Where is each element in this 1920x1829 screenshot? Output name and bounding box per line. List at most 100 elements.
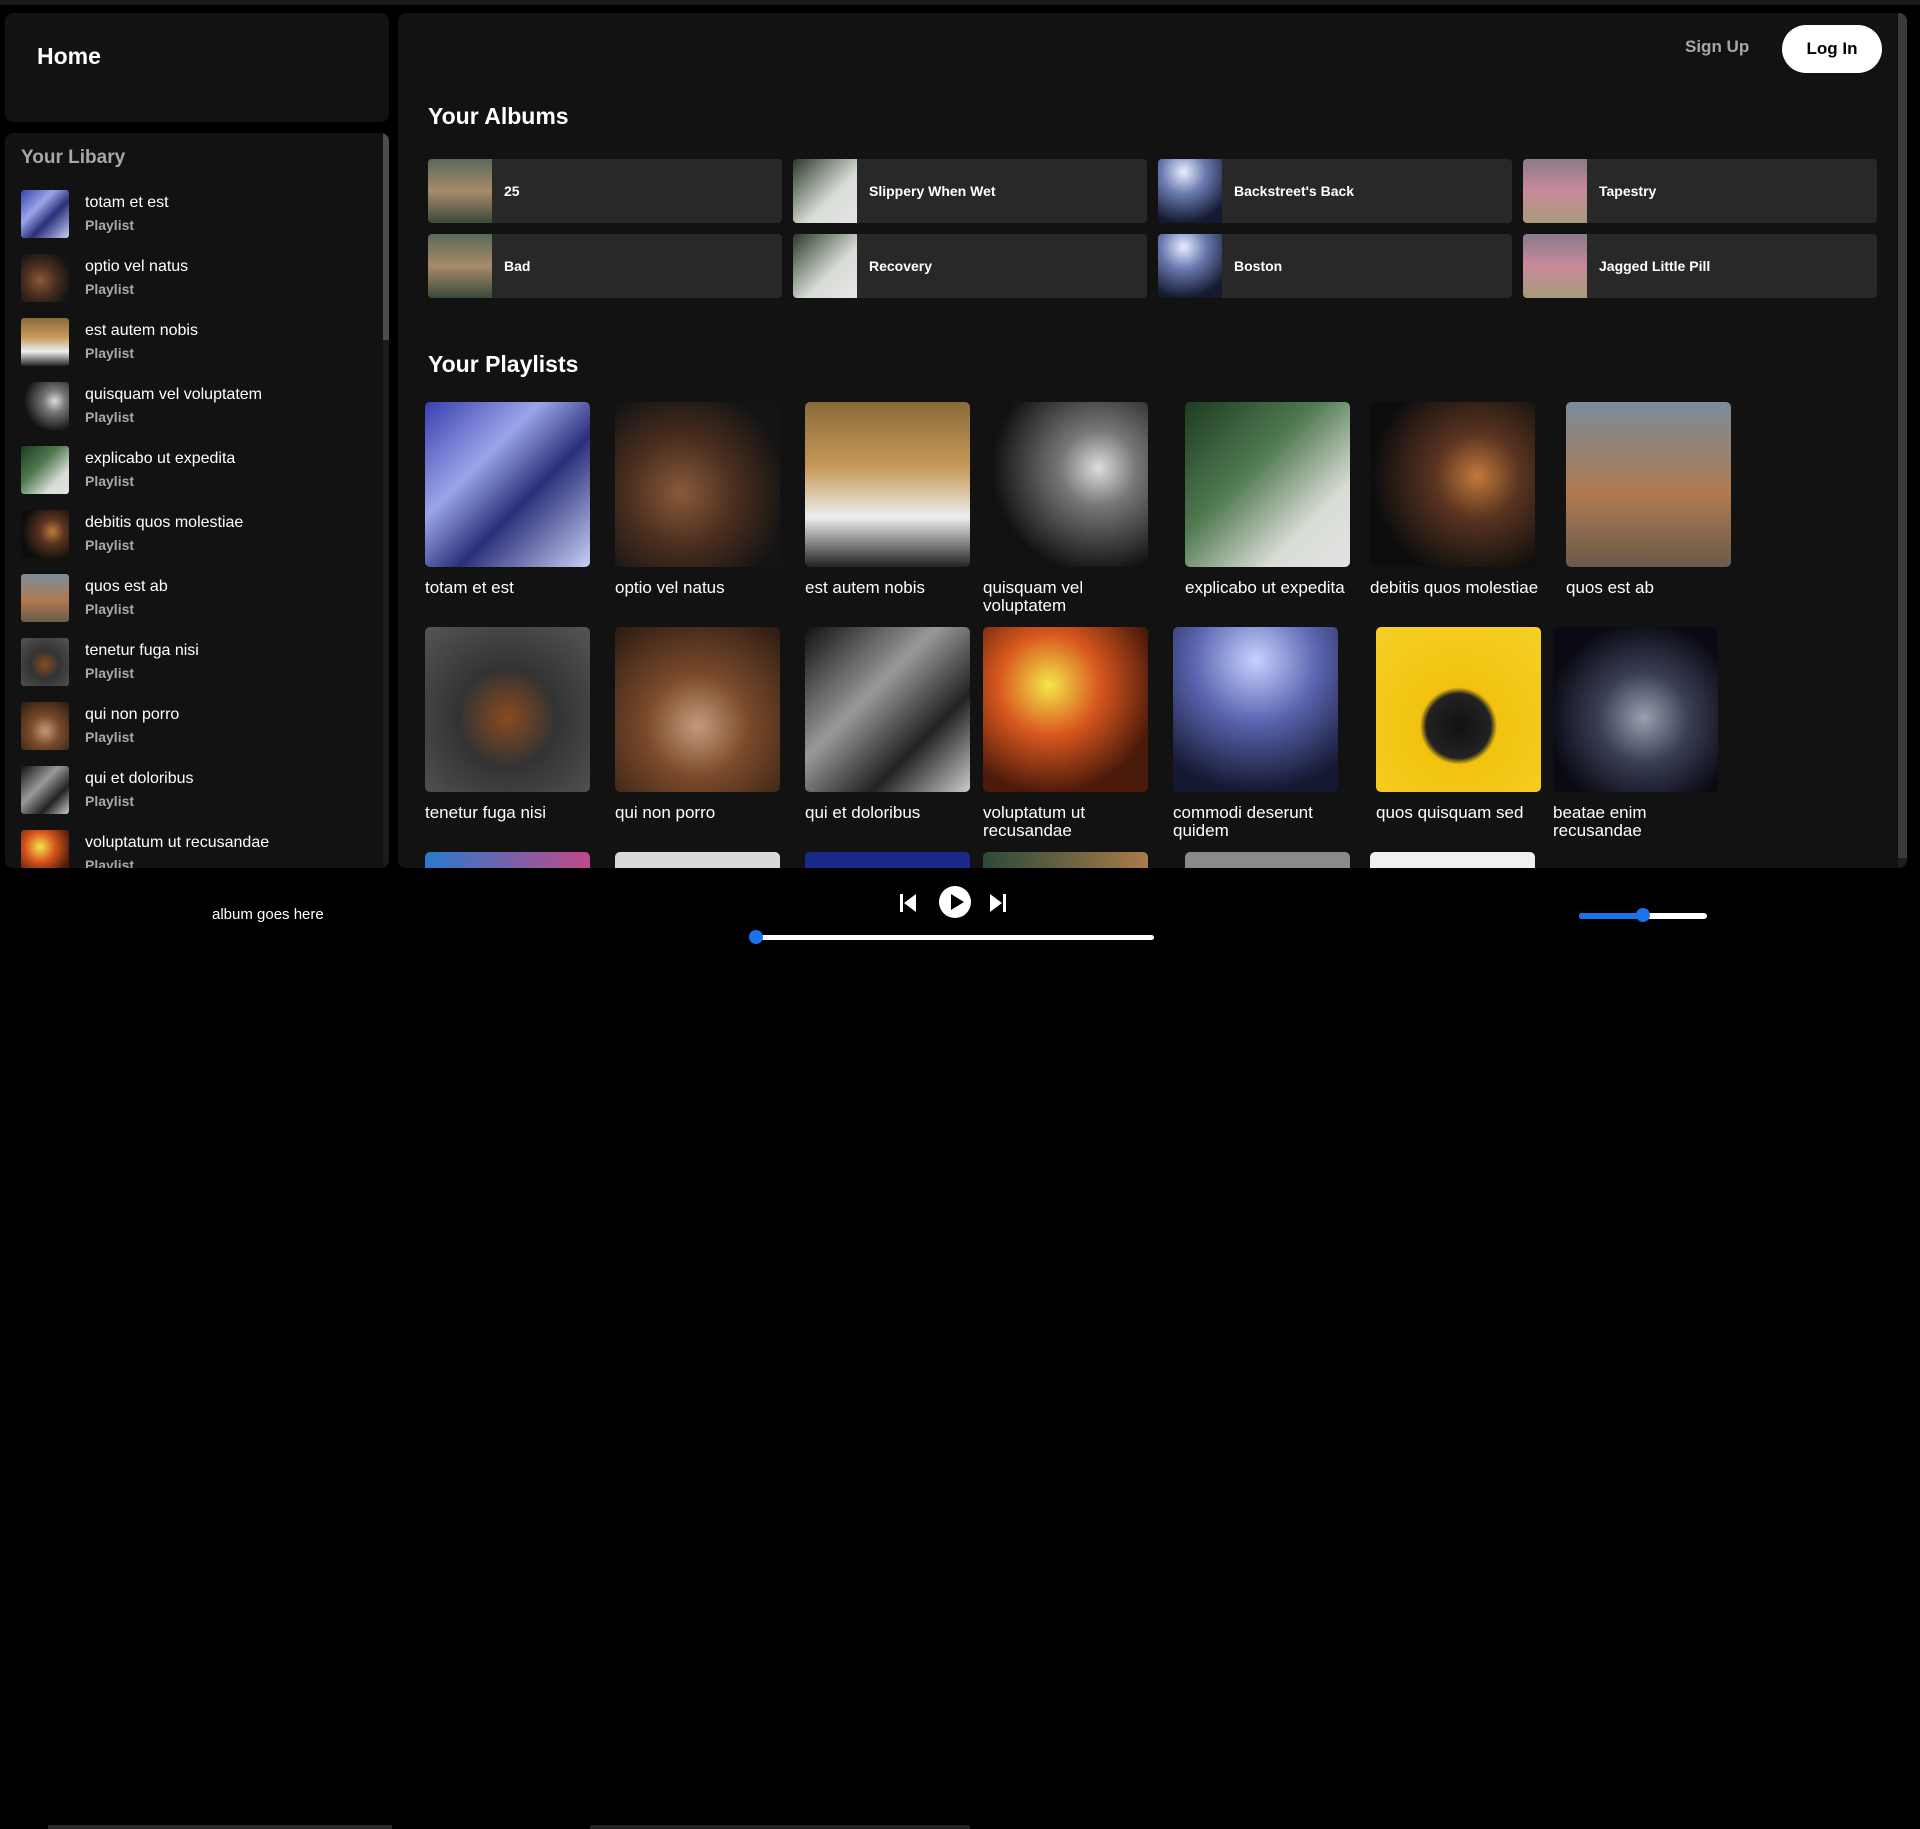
playlist-cover-image (21, 382, 69, 430)
library-item-type: Playlist (85, 217, 135, 233)
library-item-type: Playlist (85, 537, 135, 553)
playlist-card[interactable]: beatae enim recusandae (1553, 627, 1723, 840)
library-item[interactable]: qui et doloribus Playlist (21, 766, 389, 830)
skip-forward-icon[interactable] (989, 893, 1007, 913)
album-name: Backstreet's Back (1234, 183, 1355, 199)
library-scrollbar-thumb[interactable] (383, 133, 389, 340)
playlist-cover-image (1185, 852, 1350, 868)
playlist-cover-image (21, 702, 69, 750)
volume-fill (1579, 913, 1643, 919)
playlist-card[interactable] (1370, 852, 1540, 868)
albums-section-title: Your Albums (428, 103, 569, 129)
library-item-name: quisquam vel voluptatem (85, 386, 262, 403)
playlist-cover-image (21, 574, 69, 622)
playlist-card[interactable]: totam et est (425, 402, 595, 597)
progress-handle[interactable] (749, 930, 763, 944)
album-name: Slippery When Wet (869, 183, 996, 199)
album-card[interactable]: Slippery When Wet (793, 159, 1147, 223)
library-item-name: optio vel natus (85, 258, 189, 275)
home-panel: Home (5, 13, 389, 122)
log-in-button[interactable]: Log In (1782, 25, 1882, 73)
album-name: Recovery (869, 258, 933, 274)
progress-slider[interactable] (749, 930, 1154, 944)
playlist-cover-image (21, 638, 69, 686)
library-item[interactable]: totam et est Playlist (21, 190, 389, 254)
playlist-cover-image (21, 830, 69, 868)
library-item[interactable]: qui non porro Playlist (21, 702, 389, 766)
playlist-card[interactable]: voluptatum ut recusandae (983, 627, 1153, 840)
playlist-card[interactable] (983, 852, 1153, 868)
playlist-card[interactable]: tenetur fuga nisi (425, 627, 595, 822)
playlist-name: debitis quos molestiae (1370, 578, 1539, 597)
library-item[interactable]: quos est ab Playlist (21, 574, 389, 638)
playlist-card[interactable]: quos quisquam sed (1376, 627, 1546, 822)
playlist-cover-image (615, 627, 780, 792)
library-item-type: Playlist (85, 281, 135, 297)
album-cover-image (1523, 159, 1587, 223)
playlist-card[interactable]: quos est ab (1566, 402, 1736, 597)
playlist-card[interactable] (615, 852, 785, 868)
skip-back-icon[interactable] (899, 893, 917, 913)
album-card[interactable]: 25 (428, 159, 782, 223)
home-link[interactable]: Home (37, 43, 101, 69)
playlist-cover-image (805, 402, 970, 567)
playlist-name: optio vel natus (615, 578, 725, 597)
album-card[interactable]: Jagged Little Pill (1523, 234, 1877, 298)
playlist-card[interactable]: optio vel natus (615, 402, 785, 597)
album-card[interactable]: Bad (428, 234, 782, 298)
library-item-name: qui et doloribus (85, 770, 194, 787)
library-title: Your Libary (21, 147, 126, 168)
playlist-card[interactable]: est autem nobis (805, 402, 975, 597)
playlist-name: commodi deserunt quidem (1173, 803, 1313, 840)
bottom-scrollbar[interactable] (48, 1825, 392, 1829)
playlist-card[interactable]: commodi deserunt quidem (1173, 627, 1343, 840)
library-item-type: Playlist (85, 665, 135, 681)
playlist-name: qui non porro (615, 803, 716, 822)
library-item[interactable]: quisquam vel voluptatem Playlist (21, 382, 389, 446)
sign-up-button[interactable]: Sign Up (1685, 37, 1749, 57)
volume-handle[interactable] (1636, 908, 1650, 922)
library-item[interactable]: est autem nobis Playlist (21, 318, 389, 382)
library-item[interactable]: voluptatum ut recusandae Playlist (21, 830, 389, 868)
play-icon[interactable] (938, 885, 972, 919)
volume-slider[interactable] (1579, 908, 1707, 922)
bottom-scrollbar-track (590, 1825, 970, 1829)
library-item[interactable]: debitis quos molestiae Playlist (21, 510, 389, 574)
playlist-card[interactable] (425, 852, 595, 868)
album-card[interactable]: Backstreet's Back (1158, 159, 1512, 223)
library-item[interactable]: explicabo ut expedita Playlist (21, 446, 389, 510)
library-item[interactable]: tenetur fuga nisi Playlist (21, 638, 389, 702)
album-card[interactable]: Recovery (793, 234, 1147, 298)
album-cover-image (793, 159, 857, 223)
playlist-cover-image (1370, 402, 1535, 567)
playlist-card[interactable]: debitis quos molestiae (1370, 402, 1540, 597)
playlist-card[interactable]: qui non porro (615, 627, 785, 822)
playlist-card[interactable] (805, 852, 975, 868)
playlist-card[interactable]: qui et doloribus (805, 627, 975, 822)
progress-track (756, 935, 1154, 940)
playlist-cover-image (615, 852, 780, 868)
library-item[interactable]: optio vel natus Playlist (21, 254, 389, 318)
playlist-cover-image (21, 766, 69, 814)
playlist-name: qui et doloribus (805, 803, 921, 822)
now-playing-album: album goes here (212, 906, 324, 923)
playlist-cover-image (21, 254, 69, 302)
playlist-cover-image (1553, 627, 1718, 792)
playlist-card[interactable]: quisquam vel voluptatem (983, 402, 1153, 615)
playlist-card[interactable] (1185, 852, 1355, 868)
playlist-cover-image (425, 627, 590, 792)
main-scrollbar-thumb[interactable] (1898, 13, 1907, 858)
library-item-type: Playlist (85, 857, 135, 868)
album-card[interactable]: Boston (1158, 234, 1512, 298)
library-item-name: qui non porro (85, 706, 180, 723)
playlist-name: beatae enim recusandae (1553, 803, 1647, 840)
album-name: Boston (1234, 258, 1283, 274)
playlist-card[interactable]: explicabo ut expedita (1185, 402, 1355, 597)
album-cover-image (428, 234, 492, 298)
playlist-cover-image (1185, 402, 1350, 567)
playlist-name: voluptatum ut recusandae (983, 803, 1086, 840)
album-card[interactable]: Tapestry (1523, 159, 1877, 223)
library-item-name: totam et est (85, 194, 169, 211)
playlists-section-title: Your Playlists (428, 351, 579, 377)
playlist-name: tenetur fuga nisi (425, 803, 546, 822)
